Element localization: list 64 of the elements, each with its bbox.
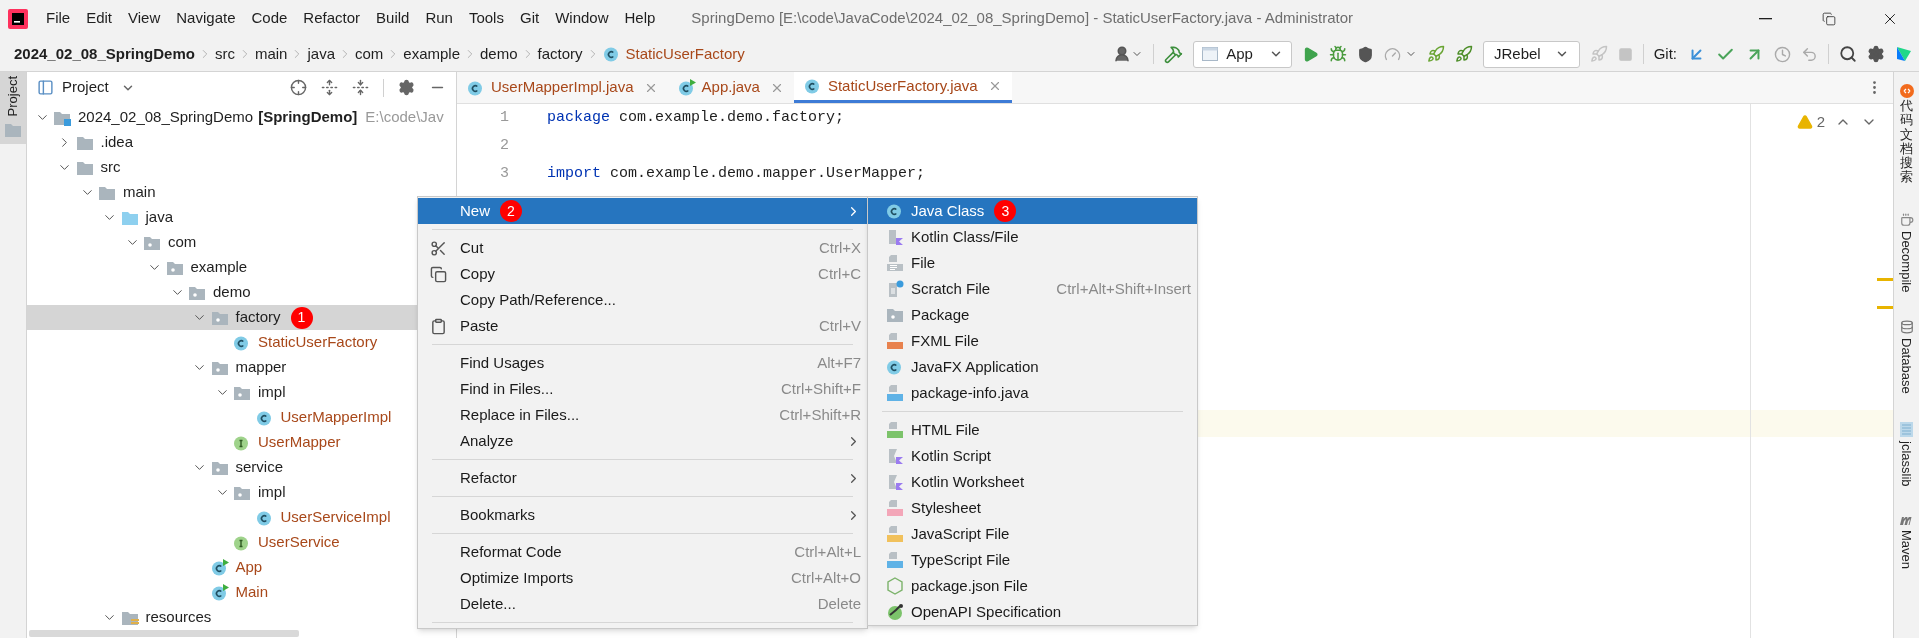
menu-item[interactable]: TypeScript File <box>868 547 1197 573</box>
code-line: package com.example.demo.factory; <box>547 107 845 128</box>
editor-tab[interactable]: App.java <box>667 72 794 103</box>
step-badge: 1 <box>290 306 313 329</box>
warning-count[interactable]: 2 <box>1816 110 1825 134</box>
tree-item[interactable]: .idea <box>27 130 456 155</box>
editor-tab[interactable]: StaticUserFactory.java <box>793 72 1012 103</box>
line-number: 3 <box>499 163 510 184</box>
line-number: 2 <box>499 135 510 156</box>
menu-item[interactable]: Package <box>868 302 1197 328</box>
menu-bar-item[interactable]: Refactor <box>295 3 369 34</box>
menu-item[interactable]: New 2 <box>418 198 867 224</box>
menu-item[interactable]: package-info.java <box>868 380 1197 406</box>
step-badge: 2 <box>500 200 522 222</box>
menu-item[interactable]: JavaScript File <box>868 521 1197 547</box>
menu-bar-item[interactable]: File <box>38 3 79 34</box>
jrebel-config-dropdown[interactable]: JRebel <box>1482 40 1580 68</box>
breadcrumb-item[interactable]: factory <box>537 42 583 66</box>
stripe-tab[interactable]: Database <box>1896 320 1917 394</box>
git-label: Git: <box>1653 43 1677 64</box>
breadcrumb-item[interactable]: 2024_02_08_SpringDemo <box>14 42 195 66</box>
breadcrumb-item[interactable]: src <box>214 42 235 66</box>
menu-bar-item[interactable]: Tools <box>460 3 512 34</box>
menu-bar-item[interactable]: Git <box>511 3 548 34</box>
menu-item[interactable]: HTML File <box>868 417 1197 443</box>
stripe-tab[interactable]: jclasslib <box>1896 421 1917 487</box>
menu-bar-item[interactable]: Build <box>368 3 418 34</box>
menu-bar-item[interactable]: Window <box>547 3 617 34</box>
menu-item[interactable]: package.json File <box>868 573 1197 599</box>
menu-item[interactable]: Kotlin Class/File <box>868 224 1197 250</box>
stripe-tab[interactable]: Decompile <box>1896 212 1917 293</box>
menu-item[interactable]: Scratch File Ctrl+Alt+Shift+Insert <box>868 276 1197 302</box>
window-title: SpringDemo [E:\code\JavaCode\2024_02_08_SpringDemo] - StaticUserFactory.java - Administrator <box>691 8 1354 29</box>
tree-item[interactable]: 2024_02_08_SpringDemo [SpringDemo] E:\code\Jav <box>27 105 456 130</box>
run-config-dropdown[interactable]: App <box>1193 40 1292 68</box>
menu-item[interactable]: Kotlin Worksheet <box>868 469 1197 495</box>
menu-item[interactable]: Stylesheet <box>868 495 1197 521</box>
stripe-tab[interactable]: 代码文档搜索 <box>1899 99 1914 185</box>
menu-item[interactable]: JavaFX Application <box>868 354 1197 380</box>
menu-bar-item[interactable]: Run <box>417 3 461 34</box>
menu-bar-item[interactable]: Navigate <box>168 3 244 34</box>
menu-item[interactable]: Java Class 3 <box>868 198 1197 224</box>
menu-bar-item[interactable]: Help <box>616 3 664 34</box>
code-line: import com.example.demo.mapper.UserMapper; <box>547 163 926 184</box>
stripe-tab[interactable]: Project <box>0 72 26 145</box>
menu-bar-item[interactable]: View <box>120 3 169 34</box>
tree-item[interactable]: src <box>27 155 456 180</box>
panel-title: Project <box>62 77 109 98</box>
menu-bar-item[interactable]: Edit <box>78 3 121 34</box>
breadcrumb-item[interactable]: main <box>254 42 288 66</box>
line-number: 1 <box>499 107 510 128</box>
breadcrumb-item[interactable]: demo <box>480 42 518 66</box>
breadcrumb-item[interactable]: java <box>307 42 335 66</box>
menu-bar-item[interactable]: Code <box>243 3 296 34</box>
editor-tab[interactable]: UserMapperImpl.java <box>457 72 668 103</box>
breadcrumb-item[interactable]: example <box>403 42 461 66</box>
step-badge: 3 <box>994 200 1017 222</box>
stripe-tab[interactable]: Maven <box>1896 514 1917 570</box>
breadcrumb-item[interactable]: StaticUserFactory <box>602 42 745 66</box>
breadcrumb-item[interactable]: com <box>355 42 384 66</box>
menu-item[interactable]: FXML File <box>868 328 1197 354</box>
menu-item[interactable]: Kotlin Script <box>868 443 1197 469</box>
menu-item[interactable]: File <box>868 250 1197 276</box>
menu-item[interactable]: OpenAPI Specification <box>868 599 1197 625</box>
